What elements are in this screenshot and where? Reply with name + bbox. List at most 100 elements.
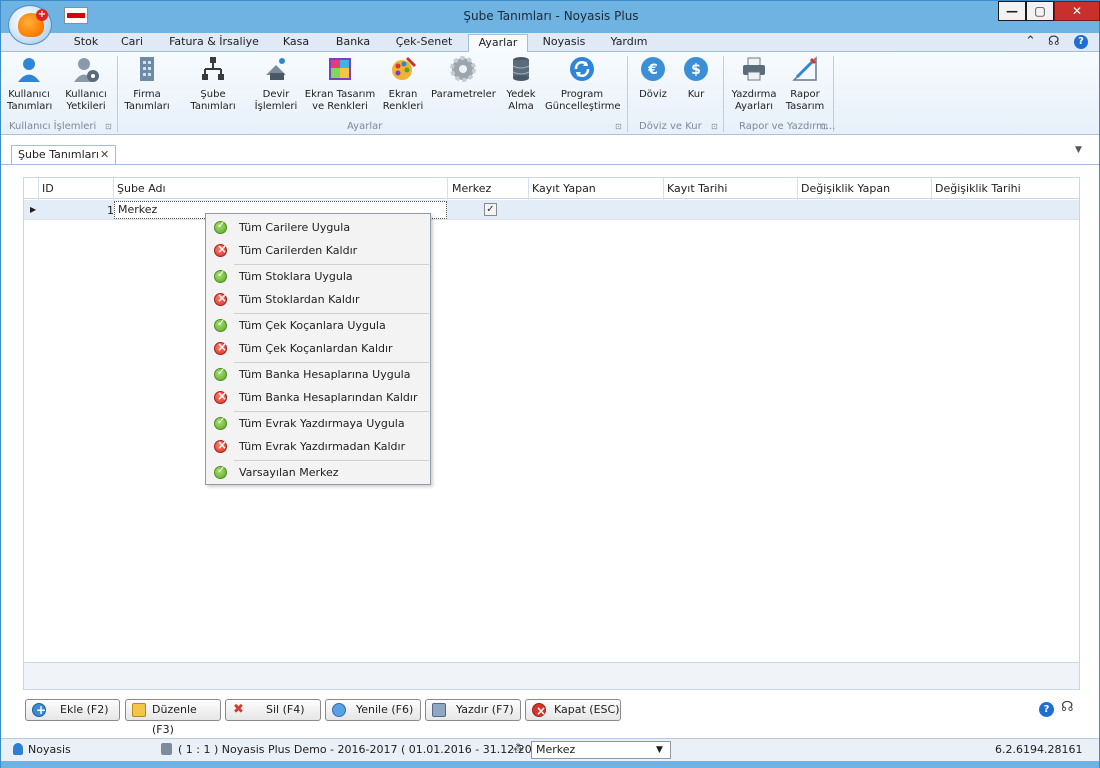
print-button[interactable]: Yazdır (F7) — [425, 699, 521, 721]
help-icon[interactable]: ? — [1039, 702, 1054, 717]
menu-item-tum-carilerden-kaldir[interactable]: Tüm Carilerden Kaldır — [207, 240, 429, 262]
column-header-merkez[interactable]: Merkez — [452, 182, 491, 195]
tab-fatura-irsaliye[interactable]: Fatura & İrsaliye — [166, 34, 262, 52]
column-header-id[interactable]: ID — [42, 182, 54, 195]
support-headset-icon[interactable]: ☊ — [1048, 34, 1060, 49]
button-label-line2: Yetkileri — [66, 101, 106, 112]
ribbon-tab-strip: Stok Cari Fatura & İrsaliye Kasa Banka Ç… — [1, 33, 1099, 52]
edit-button-label: Düzenle (F3) — [152, 703, 197, 736]
column-header-degisiklik-yapan[interactable]: Değişiklik Yapan — [801, 182, 890, 195]
button-label-line1: Kullanıcı — [65, 89, 107, 100]
menu-item-label: Tüm Evrak Yazdırmaya Uygula — [239, 417, 405, 430]
document-tab-label: Şube Tanımları — [18, 148, 99, 161]
kullanici-tanimlari-button[interactable]: Kullanıcı Tanımları — [7, 55, 52, 113]
menu-item-tum-evrak-yazdirmaya-uygula[interactable]: Tüm Evrak Yazdırmaya Uygula — [207, 413, 429, 435]
apply-check-icon — [214, 465, 227, 479]
column-header-sube-adi[interactable]: Şube Adı — [117, 182, 166, 195]
print-button-label: Yazdır (F7) — [456, 703, 514, 716]
column-header-degisiklik-tarihi[interactable]: Değişiklik Tarihi — [935, 182, 1021, 195]
data-grid[interactable]: ID Şube Adı Merkez Kayıt Yapan Kayıt Tar… — [23, 177, 1080, 690]
column-header-kayit-tarihi[interactable]: Kayıt Tarihi — [667, 182, 727, 195]
kur-button[interactable]: $ Kur — [679, 55, 713, 101]
edit-button[interactable]: Düzenle (F3) — [125, 699, 221, 736]
help-icon[interactable]: ? — [1074, 35, 1088, 49]
button-label-line1: Kur — [687, 89, 705, 100]
menu-item-tum-banka-hesaplarina-uygula[interactable]: Tüm Banka Hesaplarına Uygula — [207, 364, 429, 386]
collapse-ribbon-icon[interactable]: ⌃ — [1025, 34, 1036, 49]
group-launcher-icon[interactable]: ⊡ — [615, 122, 622, 131]
window-title: Şube Tanımları - Noyasis Plus — [463, 9, 639, 23]
context-menu: Tüm Carilere Uygula Tüm Carilerden Kaldı… — [205, 213, 431, 485]
rapor-tasarim-button[interactable]: Rapor Tasarım — [783, 55, 827, 113]
close-button-label: Kapat (ESC) — [554, 703, 620, 716]
cell-id[interactable]: 1 — [84, 204, 114, 217]
menu-separator — [234, 313, 429, 314]
table-row[interactable]: ▶ 1 Merkez ✓ — [24, 200, 1079, 220]
yedek-alma-button[interactable]: Yedek Alma — [501, 55, 541, 113]
group-launcher-icon[interactable]: ⊡ — [105, 122, 112, 131]
menu-item-label: Tüm Carilere Uygula — [239, 221, 351, 234]
ekran-renkleri-button[interactable]: Ekran Renkleri — [381, 55, 425, 113]
apply-check-icon — [214, 220, 227, 234]
close-window-button[interactable]: ✕ — [1054, 1, 1100, 21]
status-bar: Noyasis ( 1 : 1 ) Noyasis Plus Demo - 20… — [1, 738, 1099, 761]
user-icon — [13, 743, 23, 755]
tab-kasa[interactable]: Kasa — [271, 34, 321, 52]
group-separator — [627, 56, 628, 132]
menu-item-tum-carilere-uygula[interactable]: Tüm Carilere Uygula — [207, 217, 429, 239]
menu-item-tum-stoklardan-kaldir[interactable]: Tüm Stoklardan Kaldır — [207, 289, 429, 311]
merkez-checkbox[interactable]: ✓ — [484, 203, 497, 216]
ekran-tasarim-button[interactable]: Ekran Tasarım ve Renkleri — [303, 55, 377, 113]
button-label-line1: Parametreler — [431, 89, 496, 100]
group-launcher-icon[interactable]: ⊡ — [821, 122, 828, 131]
branch-select[interactable]: Merkez ▼ — [531, 741, 671, 759]
maximize-button[interactable]: ▢ — [1026, 1, 1054, 21]
button-label-line2: Alma — [508, 101, 534, 112]
tab-yardim[interactable]: Yardım — [606, 34, 652, 52]
euro-icon: € — [641, 57, 665, 81]
gear-icon — [450, 56, 476, 82]
column-header-kayit-yapan[interactable]: Kayıt Yapan — [532, 182, 596, 195]
tab-cek-senet[interactable]: Çek-Senet — [389, 34, 459, 52]
group-launcher-icon[interactable]: ⊡ — [711, 122, 718, 131]
menu-item-varsayilan-merkez[interactable]: Varsayılan Merkez — [207, 462, 429, 484]
sube-tanimlari-button[interactable]: Şube Tanımları — [177, 55, 249, 113]
support-headset-icon[interactable]: ☊ — [1061, 699, 1073, 715]
menu-item-tum-cek-kocanlardan-kaldir[interactable]: Tüm Çek Koçanlardan Kaldır — [207, 338, 429, 360]
menu-item-tum-cek-kocanlara-uygula[interactable]: Tüm Çek Koçanlara Uygula — [207, 315, 429, 337]
menu-item-tum-banka-hesaplarindan-kaldir[interactable]: Tüm Banka Hesaplarından Kaldır — [207, 387, 429, 409]
devir-islemleri-button[interactable]: Devir İşlemleri — [253, 55, 299, 113]
tab-cari[interactable]: Cari — [113, 34, 151, 52]
application-menu-button[interactable]: + — [8, 5, 52, 45]
minimize-button[interactable]: — — [998, 1, 1026, 21]
tab-list-dropdown-icon[interactable]: ▼ — [1075, 145, 1082, 155]
menu-item-tum-stoklara-uygula[interactable]: Tüm Stoklara Uygula — [207, 266, 429, 288]
yazdirma-ayarlari-button[interactable]: Yazdırma Ayarları — [729, 55, 779, 113]
tab-noyasis[interactable]: Noyasis — [538, 34, 590, 52]
program-guncelle-button[interactable]: Program Güncelleştirme — [545, 55, 621, 113]
kullanici-yetkileri-button[interactable]: Kullanıcı Yetkileri — [63, 55, 109, 113]
remove-x-icon — [214, 389, 227, 404]
tab-ayarlar[interactable]: Ayarlar — [468, 34, 528, 52]
menu-item-tum-evrak-yazdirmadan-kaldir[interactable]: Tüm Evrak Yazdırmadan Kaldır — [207, 436, 429, 458]
user-icon — [18, 58, 40, 82]
close-tab-icon[interactable]: ✕ — [100, 146, 109, 164]
button-label-line2: ve Renkleri — [312, 101, 368, 112]
add-button[interactable]: Ekle (F2) — [25, 699, 120, 721]
doviz-button[interactable]: € Döviz — [635, 55, 671, 101]
close-button[interactable]: Kapat (ESC) — [525, 699, 621, 721]
refresh-button[interactable]: Yenile (F6) — [325, 699, 421, 721]
update-icon — [570, 57, 594, 81]
delete-button[interactable]: Sil (F4) — [225, 699, 321, 721]
title-bar: Şube Tanımları - Noyasis Plus — ▢ ✕ — [1, 1, 1100, 33]
button-label-line1: Ekran — [388, 89, 418, 100]
tab-banka[interactable]: Banka — [327, 34, 379, 52]
parametreler-button[interactable]: Parametreler — [431, 55, 496, 101]
document-tab-sube-tanimlari[interactable]: Şube Tanımları ✕ — [11, 145, 116, 165]
tab-stok[interactable]: Stok — [63, 34, 109, 52]
window-bottom-border — [1, 761, 1099, 768]
menu-separator — [234, 264, 429, 265]
button-label-line1: Rapor — [790, 89, 820, 100]
palette-icon — [392, 56, 417, 80]
firma-tanimlari-button[interactable]: Firma Tanımları — [123, 55, 171, 113]
